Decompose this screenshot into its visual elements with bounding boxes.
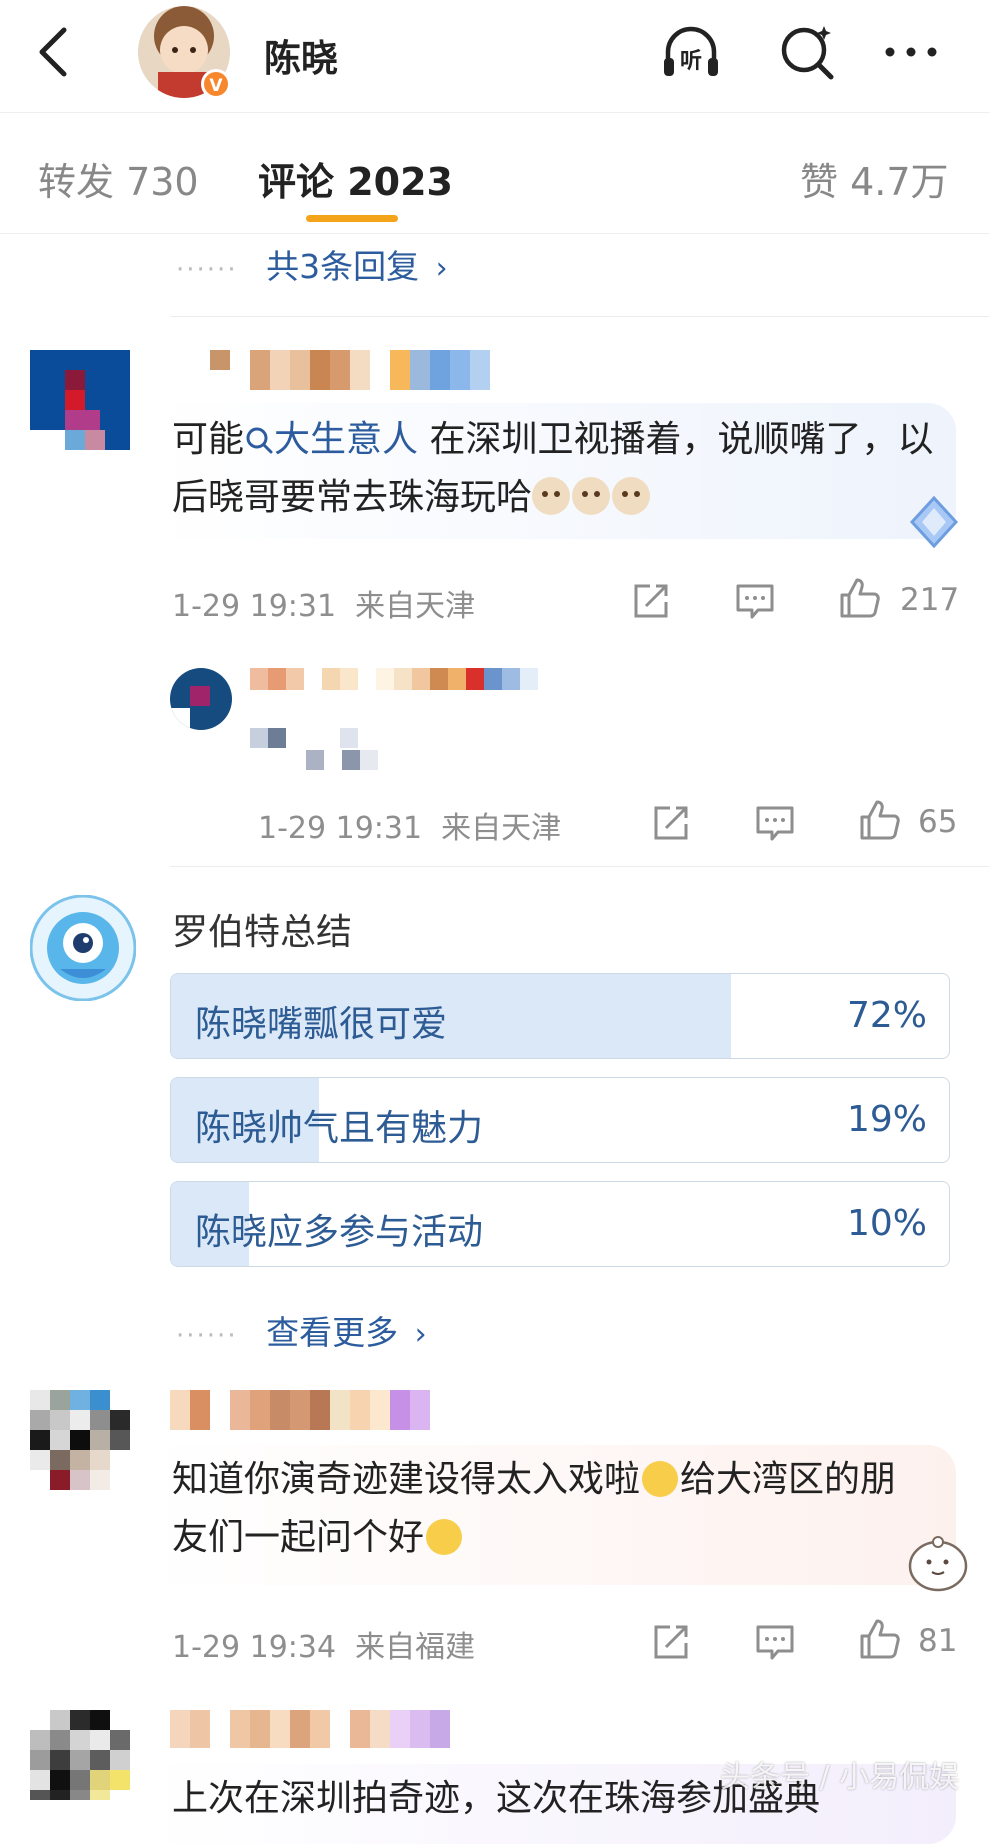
location: 来自天津 <box>441 811 562 846</box>
search-icon <box>246 427 273 454</box>
username-pixelated[interactable] <box>170 1710 450 1748</box>
timestamp: 1-29 19:34 <box>172 1630 337 1665</box>
comment-text: 知道你演奇迹建设得太入戏啦 给大湾区的朋友们一起问个好 <box>172 1451 932 1567</box>
dotted-leader: ······ <box>176 1321 238 1351</box>
location: 来自天津 <box>355 589 476 624</box>
reply-meta: 1-29 19:31 来自天津 <box>258 803 561 847</box>
location: 来自福建 <box>355 1630 476 1665</box>
diamond-badge-icon <box>909 495 959 549</box>
comment-text-part: 知道你演奇迹建设得太入戏啦 <box>172 1459 641 1500</box>
reply-text-pixelated <box>306 750 378 770</box>
listen-icon[interactable]: 听 <box>660 22 722 84</box>
poll-option[interactable]: 陈晓嘴瓢很可爱 72% <box>170 973 950 1059</box>
search-icon[interactable] <box>776 22 838 84</box>
page-title: 陈晓 <box>264 37 338 80</box>
poll-option-label: 陈晓嘴瓢很可爱 <box>195 1004 448 1045</box>
tab-likes[interactable]: 赞 4.7万 <box>800 151 949 206</box>
tab-bar: 转发 730 评论 2023 赞 4.7万 <box>0 113 989 234</box>
back-icon[interactable] <box>30 22 80 82</box>
share-icon[interactable] <box>648 800 694 846</box>
chevron-right-icon: › <box>414 1317 427 1352</box>
more-icon[interactable] <box>880 22 942 84</box>
like-count: 65 <box>918 804 958 840</box>
like-icon[interactable] <box>836 575 882 621</box>
share-icon[interactable] <box>628 578 674 624</box>
divider <box>170 316 989 317</box>
like-icon[interactable] <box>856 797 902 843</box>
dotted-leader: ······ <box>176 255 238 285</box>
see-more-label: 查看更多 <box>266 1313 399 1352</box>
avatar[interactable] <box>30 1390 130 1494</box>
reply-username-pixelated[interactable] <box>250 668 538 690</box>
avatar[interactable] <box>29 894 137 1005</box>
wave-emoji-icon <box>426 1519 463 1555</box>
tab-comments[interactable]: 评论 2023 <box>258 151 453 206</box>
comment-meta: 1-29 19:34 来自福建 <box>172 1622 475 1666</box>
like-count: 81 <box>918 1623 958 1659</box>
divider <box>170 866 989 867</box>
cat-emoji-icon <box>612 477 651 515</box>
username-pixelated[interactable] <box>210 350 490 390</box>
topic-label: 大生意人 <box>274 419 419 460</box>
like-icon[interactable] <box>856 1616 902 1662</box>
watermark: 头条号 / 小易侃娱 <box>720 1760 960 1795</box>
timestamp: 1-29 19:31 <box>172 589 337 624</box>
listen-label: 听 <box>680 49 702 74</box>
username-pixelated[interactable] <box>170 1390 430 1430</box>
tab-reposts[interactable]: 转发 730 <box>38 151 199 206</box>
verified-badge: V <box>201 69 231 99</box>
comment-icon[interactable] <box>752 800 798 846</box>
comment-icon[interactable] <box>732 578 778 624</box>
mascot-badge-icon <box>908 1536 968 1592</box>
poll-option-label: 陈晓应多参与活动 <box>195 1212 484 1253</box>
chevron-right-icon: › <box>435 251 448 286</box>
cat-emoji-icon <box>572 477 611 515</box>
avatar[interactable] <box>30 350 130 450</box>
share-icon[interactable] <box>648 1619 694 1665</box>
poll-option-percent: 72% <box>846 995 927 1036</box>
top-bar: V 陈晓 听 <box>0 0 989 113</box>
comment-text-part: 可能 <box>172 419 245 460</box>
see-more-link[interactable]: ······ 查看更多 › <box>176 1306 427 1354</box>
topic-link[interactable]: 大生意人 <box>244 419 418 460</box>
cat-emoji-icon <box>532 477 571 515</box>
view-replies-label: 共3条回复 <box>266 247 420 286</box>
poll-option-percent: 10% <box>846 1203 927 1244</box>
view-replies-link[interactable]: ······ 共3条回复 › <box>176 240 448 288</box>
avatar[interactable] <box>170 668 232 730</box>
poll-option[interactable]: 陈晓应多参与活动 10% <box>170 1181 950 1267</box>
hug-emoji-icon <box>642 1461 679 1497</box>
comment-text: 可能 大生意人 在深圳卫视播着，说顺嘴了，以后晓哥要常去珠海玩哈 <box>172 411 942 527</box>
comment-icon[interactable] <box>752 1619 798 1665</box>
poll-option[interactable]: 陈晓帅气且有魅力 19% <box>170 1077 950 1163</box>
poll-option-percent: 19% <box>846 1099 927 1140</box>
reply-text-pixelated <box>250 728 358 748</box>
timestamp: 1-29 19:31 <box>258 811 423 846</box>
avatar[interactable] <box>30 1710 130 1800</box>
like-count: 217 <box>900 582 960 618</box>
active-tab-indicator <box>306 215 398 222</box>
comment-meta: 1-29 19:31 来自天津 <box>172 581 475 625</box>
poll-option-label: 陈晓帅气且有魅力 <box>195 1108 484 1149</box>
summary-author[interactable]: 罗伯特总结 <box>172 903 352 955</box>
